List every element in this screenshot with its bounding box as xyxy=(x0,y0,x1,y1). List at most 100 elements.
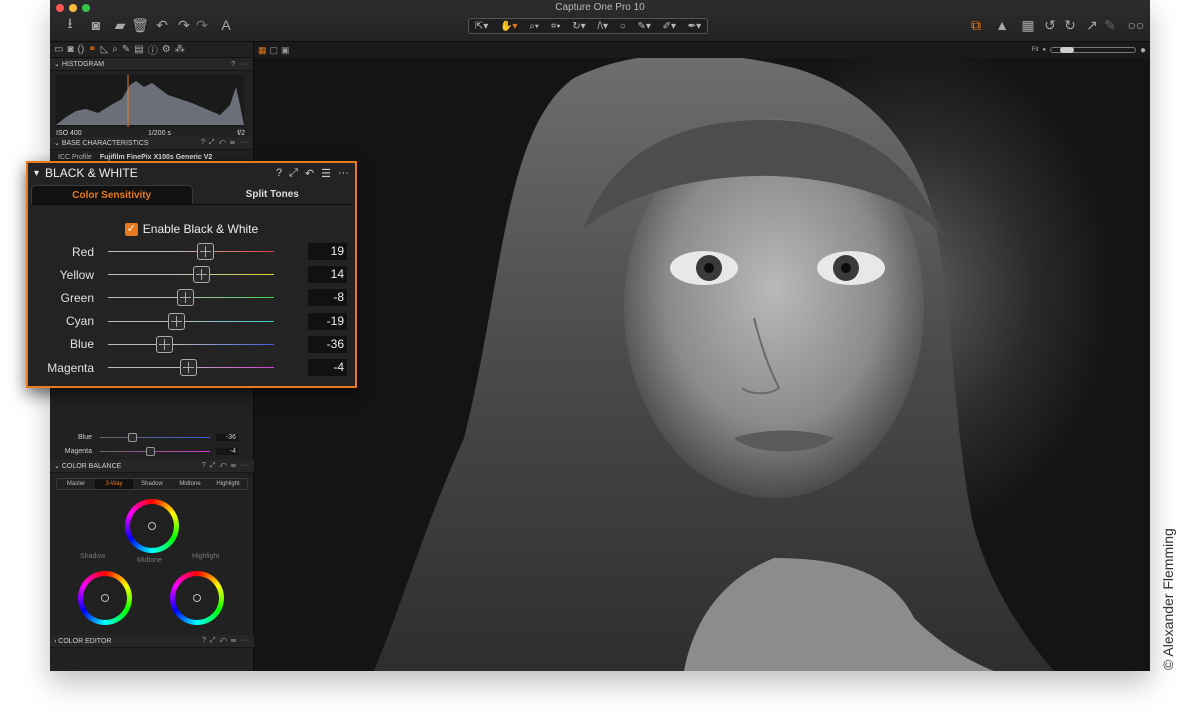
slider-track[interactable] xyxy=(108,335,274,353)
settings-icon[interactable]: ⚙ xyxy=(162,44,171,55)
bw-panel-title: BLACK & WHITE xyxy=(45,166,138,180)
text-icon[interactable]: A xyxy=(218,16,234,34)
redo-icon[interactable]: ↷ xyxy=(176,16,192,34)
rotate-cursor-icon[interactable]: ↻▾ xyxy=(572,21,585,32)
crop-cursor-icon[interactable]: ⌗▾ xyxy=(551,21,561,32)
grid-icon[interactable]: ▦ xyxy=(1020,16,1036,34)
warning-icon[interactable]: ▲ xyxy=(994,16,1010,34)
bw-panel-header[interactable]: ▾ BLACK & WHITE ? ⤢ ↶ ☰ ··· xyxy=(28,163,355,183)
base-characteristics-header[interactable]: ⌄ BASE CHARACTERISTICS ? ⤢ ↶ ☰ ··· xyxy=(50,137,253,150)
tab-3-way[interactable]: 3-Way xyxy=(95,479,133,489)
lens-icon[interactable]: () xyxy=(78,44,85,55)
photo-preview[interactable] xyxy=(254,58,1150,671)
person-small-icon[interactable]: ● xyxy=(1042,47,1046,53)
zoom-slider-handle[interactable] xyxy=(1059,47,1074,53)
keystone-cursor-icon[interactable]: /\▾ xyxy=(597,21,608,32)
slider-handle[interactable] xyxy=(180,359,197,377)
layers-icon[interactable]: ⧉ xyxy=(968,16,984,34)
edit-icon[interactable]: ✎ xyxy=(1102,16,1118,34)
batch-icon[interactable]: ⁂ xyxy=(175,44,185,55)
slider-handle[interactable] xyxy=(177,289,194,307)
undo-icon[interactable]: ↶ xyxy=(154,16,170,34)
slider-value-field[interactable]: 19 xyxy=(308,243,347,261)
reset-icon[interactable]: ↶ xyxy=(305,167,314,180)
slider-label: Blue xyxy=(69,337,94,352)
slider-value-field[interactable]: -8 xyxy=(308,289,347,307)
select-cursor-icon[interactable]: ⇱▾ xyxy=(475,21,488,32)
brush-cursor-icon[interactable]: ✎▾ xyxy=(637,21,650,32)
chevron-down-icon[interactable]: ▾ xyxy=(34,168,39,179)
tab-midtone[interactable]: Midtone xyxy=(171,479,209,489)
loupe-cursor-icon[interactable]: ⌕▾ xyxy=(529,21,539,32)
details-icon[interactable]: ⌕ xyxy=(112,44,118,55)
highlight-label: Highlight xyxy=(192,553,220,560)
shadow-wheel-handle[interactable] xyxy=(101,594,109,602)
zoom-fit-label[interactable]: Fit xyxy=(1032,47,1039,53)
single-view-icon[interactable]: ▢ xyxy=(270,45,279,56)
import-icon[interactable]: ⭳ xyxy=(62,15,78,34)
zoom-slider[interactable] xyxy=(1049,47,1136,53)
slider-value-field[interactable]: 14 xyxy=(308,266,347,284)
slider-handle[interactable] xyxy=(193,266,210,284)
glasses-icon[interactable]: ○○ xyxy=(1126,16,1146,34)
color-balance-header[interactable]: ⌄ COLOR BALANCE ? ⤢ ↶ ☰ ··· xyxy=(50,460,254,473)
camera-icon[interactable]: ◙ xyxy=(88,16,104,34)
slider-value-field[interactable]: -4 xyxy=(308,359,347,377)
icc-profile-select[interactable]: Fujifilm FinePix X100s Generic V2 xyxy=(100,154,212,161)
enable-bw-label[interactable]: Enable Black & White xyxy=(143,222,258,236)
slider-value-field[interactable]: -36 xyxy=(308,335,347,353)
menu-icon[interactable]: ☰ xyxy=(321,167,331,180)
slider-track[interactable] xyxy=(108,359,274,377)
histogram-header[interactable]: ⌄ HISTOGRAM ? ··· xyxy=(50,58,253,71)
title-bar: Capture One Pro 10 ⭳ ◙ ▰ 🗑 ↶ ↷ ↷ A ⇱▾ ✋▾… xyxy=(50,0,1150,42)
tab-split-tones[interactable]: Split Tones xyxy=(193,185,353,204)
expand-icon[interactable]: ↗ xyxy=(1084,16,1100,34)
midtone-wheel-handle[interactable] xyxy=(148,522,156,530)
color-editor-header[interactable]: › COLOR EDITOR ? ⤢ ↶ ☰ ··· xyxy=(50,635,254,648)
tab-color-sensitivity[interactable]: Color Sensitivity xyxy=(31,185,193,204)
mini-slider-handle[interactable] xyxy=(128,432,137,442)
enable-bw-checkbox[interactable]: ✓ xyxy=(124,222,138,236)
rotate-right-icon[interactable]: ↻ xyxy=(1062,16,1078,34)
compare-view-icon[interactable]: ▣ xyxy=(281,45,290,56)
tab-highlight[interactable]: Highlight xyxy=(209,479,247,489)
slider-track[interactable] xyxy=(108,312,274,330)
more-icon[interactable]: ··· xyxy=(338,167,349,180)
slider-track[interactable] xyxy=(108,289,274,307)
rotate-left-icon[interactable]: ↺ xyxy=(1042,16,1058,34)
slider-magenta: Magenta -4 xyxy=(28,356,355,379)
redo-disabled-icon[interactable]: ↷ xyxy=(194,16,210,34)
tab-shadow[interactable]: Shadow xyxy=(133,479,171,489)
picker-cursor-icon[interactable]: ✒▾ xyxy=(688,21,701,32)
multi-view-icon[interactable]: ▦ xyxy=(258,45,267,56)
slider-track[interactable] xyxy=(108,266,274,284)
slider-handle[interactable] xyxy=(156,335,173,353)
exposure-icon[interactable]: ◺ xyxy=(101,44,109,55)
histogram-graph xyxy=(56,75,244,127)
trash-icon[interactable]: 🗑 xyxy=(131,16,149,34)
slider-handle[interactable] xyxy=(197,243,214,261)
black-white-panel: ▾ BLACK & WHITE ? ⤢ ↶ ☰ ··· Color Sensit… xyxy=(26,161,357,388)
slider-track[interactable] xyxy=(108,243,274,261)
slider-handle[interactable] xyxy=(168,312,185,330)
person-large-icon[interactable]: ● xyxy=(1140,45,1146,56)
highlight-wheel-handle[interactable] xyxy=(193,594,201,602)
tab-master[interactable]: Master xyxy=(57,479,95,489)
aperture-value: f/2 xyxy=(237,130,245,137)
cursor-tools: ⇱▾ ✋▾ ⌕▾ ⌗▾ ↻▾ /\▾ ○ ✎▾ ✐▾ ✒▾ xyxy=(468,18,708,34)
folder-icon[interactable]: ▰ xyxy=(112,16,128,34)
adjustments-icon[interactable]: ✎ xyxy=(122,44,130,55)
mini-slider-handle[interactable] xyxy=(146,446,155,456)
metadata-icon[interactable]: ▤ xyxy=(134,44,143,55)
spot-cursor-icon[interactable]: ○ xyxy=(620,21,626,32)
photo-credit: © Alexander Flemming xyxy=(1160,528,1176,670)
eraser-cursor-icon[interactable]: ✐▾ xyxy=(663,21,676,32)
slider-value-field[interactable]: -19 xyxy=(308,312,347,330)
info-icon[interactable]: ⓘ xyxy=(148,42,158,57)
library-icon[interactable]: ▭ xyxy=(54,44,63,55)
help-icon[interactable]: ? xyxy=(276,167,282,180)
capture-icon[interactable]: ◙ xyxy=(67,44,73,55)
color-icon[interactable]: ⚭ xyxy=(88,44,96,55)
pan-cursor-icon[interactable]: ✋▾ xyxy=(500,21,517,32)
expand-icon[interactable]: ⤢ xyxy=(289,167,298,180)
